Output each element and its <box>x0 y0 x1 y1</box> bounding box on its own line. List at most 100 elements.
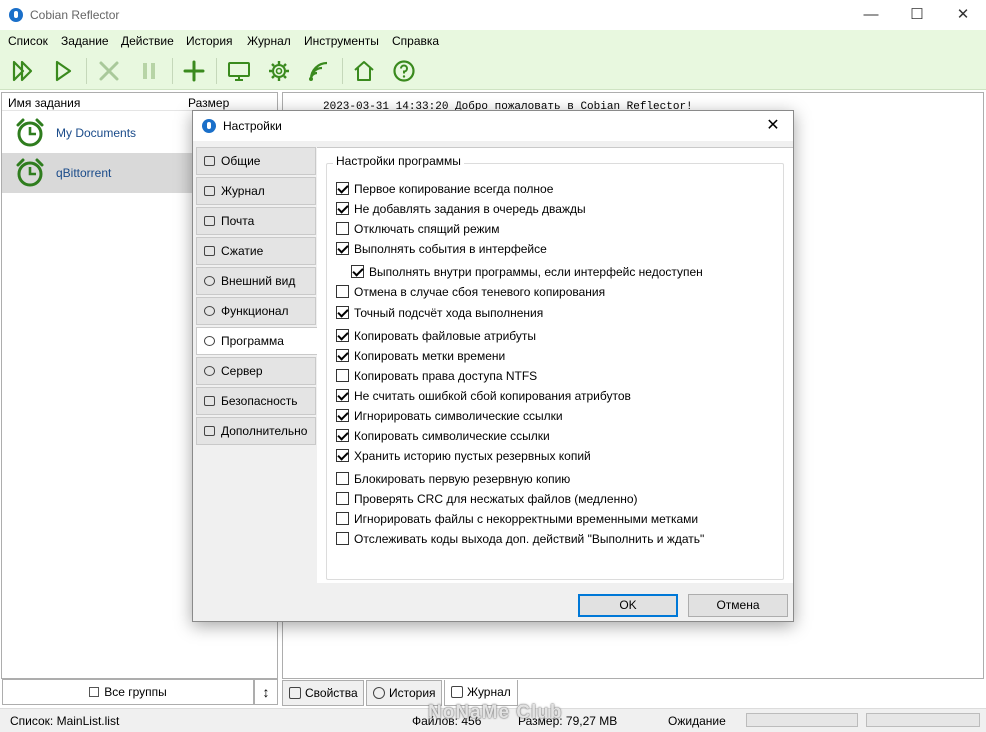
ok-button[interactable]: OK <box>578 594 678 617</box>
sort-button[interactable]: ↕ <box>254 679 278 705</box>
checkbox[interactable] <box>336 409 349 422</box>
checkbox[interactable] <box>336 182 349 195</box>
checkbox[interactable] <box>351 265 364 278</box>
run-icon[interactable] <box>50 58 76 84</box>
minimize-button[interactable]: — <box>848 0 894 30</box>
menu-task[interactable]: Задание <box>61 34 109 48</box>
groups-icon <box>89 687 100 697</box>
tab-appearance[interactable]: Внешний вид <box>196 267 316 295</box>
checkbox[interactable] <box>336 285 349 298</box>
checkbox[interactable] <box>336 306 349 319</box>
close-button[interactable]: ✕ <box>940 0 986 30</box>
monitor-icon <box>204 156 215 166</box>
monitor-icon[interactable] <box>226 58 252 84</box>
checkbox[interactable] <box>336 492 349 505</box>
settings-gear-icon[interactable] <box>266 58 292 84</box>
menu-history[interactable]: История <box>186 34 233 48</box>
option-label: Выполнять события в интерфейсе <box>354 242 547 256</box>
tab-properties-label: Свойства <box>305 686 358 700</box>
task-list-header: Имя задания Размер <box>2 93 277 111</box>
tab-general[interactable]: Общие <box>196 147 316 175</box>
option-label: Хранить историю пустых резервных копий <box>354 449 591 463</box>
tab-security[interactable]: Безопасность <box>196 387 316 415</box>
checkbox[interactable] <box>336 389 349 402</box>
tab-program[interactable]: Программа <box>196 327 318 355</box>
checkbox[interactable] <box>336 242 349 255</box>
wifi-icon[interactable] <box>306 58 332 84</box>
option-label: Проверять CRC для несжатых файлов (медле… <box>354 492 638 506</box>
tab-appearance-label: Внешний вид <box>221 274 296 288</box>
stop-icon[interactable] <box>96 58 122 84</box>
window-title: Cobian Reflector <box>30 8 120 22</box>
tab-compression-label: Сжатие <box>221 244 264 258</box>
checkbox[interactable] <box>336 369 349 382</box>
tab-general-label: Общие <box>221 154 261 168</box>
checkbox[interactable] <box>336 202 349 215</box>
dialog-close-button[interactable]: ✕ <box>753 111 793 141</box>
status-progress-1 <box>746 713 858 727</box>
run-all-icon[interactable] <box>10 58 36 84</box>
option-label: Игнорировать символические ссылки <box>354 409 563 423</box>
tab-security-label: Безопасность <box>221 394 298 408</box>
checkbox[interactable] <box>336 349 349 362</box>
option-label: Копировать метки времени <box>354 349 506 363</box>
wrench-icon <box>204 426 215 436</box>
pause-icon[interactable] <box>136 58 162 84</box>
checkbox[interactable] <box>336 512 349 525</box>
home-icon[interactable] <box>351 58 377 84</box>
tab-log-settings[interactable]: Журнал <box>196 177 316 205</box>
toolbar-separator <box>342 58 343 84</box>
app-logo-icon <box>202 119 216 133</box>
task-name: My Documents <box>56 126 137 140</box>
menu-list[interactable]: Список <box>8 34 48 48</box>
menu-help[interactable]: Справка <box>392 34 439 48</box>
checkbox[interactable] <box>336 429 349 442</box>
option-label: Копировать права доступа NTFS <box>354 369 538 383</box>
properties-icon <box>289 687 301 699</box>
toolbar <box>0 52 986 90</box>
option-label: Копировать символические ссылки <box>354 429 550 443</box>
tab-functional[interactable]: Функционал <box>196 297 316 325</box>
tab-properties[interactable]: Свойства <box>282 680 364 706</box>
history-icon <box>373 687 385 699</box>
tab-mail[interactable]: Почта <box>196 207 316 235</box>
option-label: Не считать ошибкой сбой копирования атри… <box>354 389 631 403</box>
menu-log[interactable]: Журнал <box>247 34 291 48</box>
key-icon <box>204 396 215 406</box>
checkbox[interactable] <box>336 472 349 485</box>
cancel-button[interactable]: Отмена <box>688 594 788 617</box>
eye-icon <box>204 276 215 286</box>
column-task-name[interactable]: Имя задания <box>8 96 80 110</box>
column-size[interactable]: Размер <box>188 96 229 110</box>
log-book-icon <box>451 686 463 698</box>
tab-history-label: История <box>389 686 436 700</box>
menu-action[interactable]: Действие <box>121 34 174 48</box>
status-state: Ожидание <box>668 714 726 728</box>
toolbar-separator <box>216 58 217 84</box>
app-logo-icon <box>9 8 23 22</box>
checkbox[interactable] <box>336 329 349 342</box>
tab-functional-label: Функционал <box>221 304 289 318</box>
settings-dialog: Настройки ✕ Общие Журнал Почта Сжатие Вн… <box>192 110 794 622</box>
option-label: Первое копирование всегда полное <box>354 182 554 196</box>
tab-advanced[interactable]: Дополнительно <box>196 417 316 445</box>
checkbox[interactable] <box>336 222 349 235</box>
checkbox[interactable] <box>336 532 349 545</box>
option-label: Не добавлять задания в очередь дважды <box>354 202 586 216</box>
all-groups-button[interactable]: Все группы <box>2 679 254 705</box>
tab-compression[interactable]: Сжатие <box>196 237 316 265</box>
tab-mail-label: Почта <box>221 214 255 228</box>
group-title: Настройки программы <box>333 154 464 168</box>
maximize-button[interactable]: ☐ <box>894 0 940 30</box>
menu-tools[interactable]: Инструменты <box>304 34 379 48</box>
tab-server-label: Сервер <box>221 364 263 378</box>
dialog-title: Настройки <box>223 119 282 133</box>
help-icon[interactable] <box>391 58 417 84</box>
tab-advanced-label: Дополнительно <box>221 424 308 438</box>
checkbox[interactable] <box>336 449 349 462</box>
option-label: Игнорировать файлы с некорректными време… <box>354 512 699 526</box>
add-task-icon[interactable] <box>181 58 207 84</box>
program-settings-page: Настройки программы Первое копирование в… <box>317 147 793 583</box>
alarm-clock-icon <box>16 158 44 187</box>
tab-server[interactable]: Сервер <box>196 357 316 385</box>
